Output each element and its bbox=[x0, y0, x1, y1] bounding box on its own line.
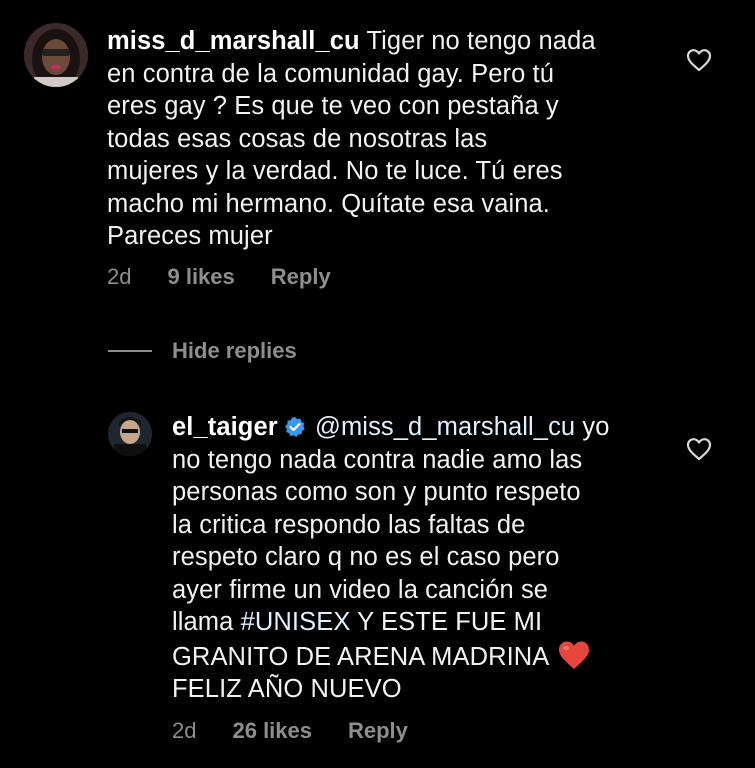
likes-count[interactable]: 9 likes bbox=[167, 264, 234, 290]
verified-badge-icon bbox=[284, 417, 305, 437]
comment-line: Tiger no tengo nada bbox=[366, 27, 596, 55]
comment-line: respeto claro q no es el caso pero bbox=[172, 543, 560, 571]
hashtag-link[interactable]: #UNISEX bbox=[241, 608, 351, 636]
likes-count[interactable]: 26 likes bbox=[232, 718, 312, 744]
comment-meta: 2d 9 likes Reply bbox=[107, 264, 331, 290]
heart-outline-icon[interactable] bbox=[686, 48, 712, 72]
comment-line: macho mi hermano. Quítate esa vaina. bbox=[107, 189, 550, 218]
comment-time: 2d bbox=[107, 264, 132, 289]
comment-line: Y ESTE FUE MI bbox=[350, 608, 543, 636]
comment-line: todas esas cosas de nosotras las bbox=[107, 124, 488, 153]
comment-meta: 2d 26 likes Reply bbox=[172, 718, 408, 744]
hide-replies-button[interactable]: Hide replies bbox=[108, 338, 297, 364]
comment-line: Pareces mujer bbox=[107, 222, 273, 250]
comment-body: miss_d_marshall_cu Tiger no tengo nada e… bbox=[107, 25, 667, 253]
comment-time: 2d bbox=[172, 718, 197, 743]
reply-button[interactable]: Reply bbox=[348, 718, 408, 744]
comment-line: ayer firme un video la canción se bbox=[172, 575, 549, 604]
avatar-miss-d-marshall[interactable] bbox=[24, 23, 88, 87]
comment-line: en contra de la comunidad gay. Pero tú bbox=[107, 59, 555, 88]
comment-line: llama bbox=[172, 608, 234, 636]
comment-line: FELIZ AÑO NUEVO bbox=[172, 675, 402, 703]
reply-body: el_taiger @miss_d_marshall_cu yo no teng… bbox=[172, 411, 652, 706]
comment-line: yo bbox=[582, 413, 610, 441]
comment-line: eres gay ? Es que te veo con pestaña y bbox=[107, 92, 559, 120]
comment-username[interactable]: el_taiger bbox=[172, 413, 278, 441]
hide-replies-line bbox=[108, 350, 152, 352]
comment-line: la critica respondo las faltas de bbox=[172, 510, 526, 539]
heart-outline-icon[interactable] bbox=[686, 437, 712, 461]
comment-username[interactable]: miss_d_marshall_cu bbox=[107, 27, 360, 55]
comment-line: personas como son y punto respeto bbox=[172, 478, 581, 506]
reply-button[interactable]: Reply bbox=[271, 264, 331, 290]
comment-line: GRANITO DE ARENA MADRINA bbox=[172, 642, 550, 671]
avatar-el-taiger[interactable] bbox=[108, 412, 152, 456]
red-heart-emoji bbox=[559, 641, 590, 669]
avatar-image bbox=[108, 412, 152, 456]
comment-line: mujeres y la verdad. No te luce. Tú eres bbox=[107, 157, 563, 185]
hide-replies-label: Hide replies bbox=[172, 338, 297, 363]
mention-link[interactable]: @miss_d_marshall_cu bbox=[315, 413, 575, 441]
comment-line: no tengo nada contra nadie amo las bbox=[172, 445, 583, 474]
avatar-image bbox=[24, 23, 88, 87]
